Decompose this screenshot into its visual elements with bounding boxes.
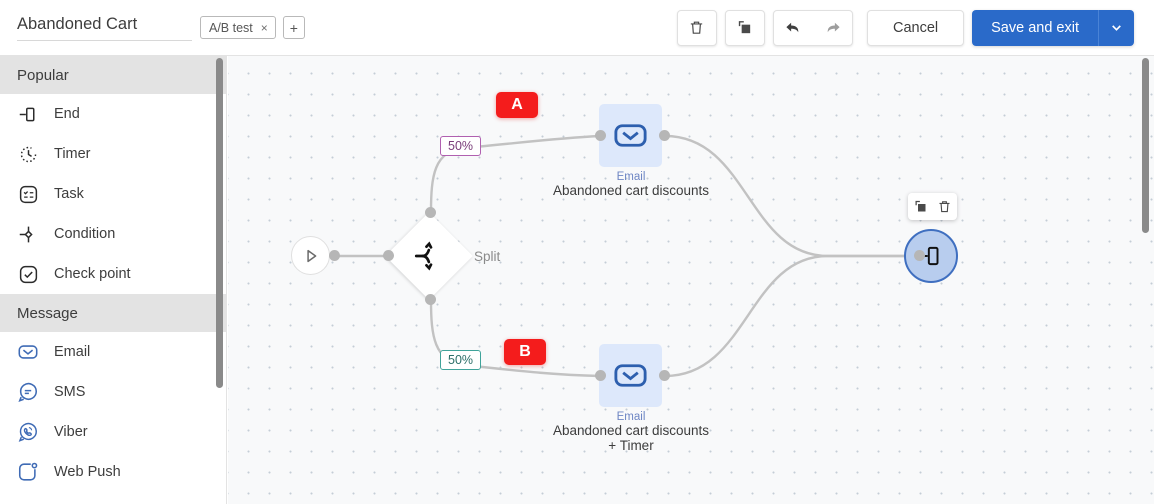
save-and-exit-button[interactable]: Save and exit (972, 9, 1098, 46)
start-output-port[interactable] (329, 250, 340, 261)
section-header-popular: Popular (0, 56, 226, 94)
split-icon (412, 239, 446, 273)
edge-b-to-end (664, 254, 918, 378)
add-tab-button[interactable]: + (282, 16, 305, 39)
palette-item-check-point[interactable]: Check point (0, 254, 226, 294)
task-icon (17, 183, 39, 205)
branch-a-input-port[interactable] (595, 130, 606, 141)
undo-arrow-icon (786, 22, 799, 33)
node-copy-button[interactable] (913, 199, 928, 214)
palette-item-label: Web Push (54, 464, 121, 480)
sms-icon (17, 381, 39, 403)
palette-item-label: End (54, 106, 80, 122)
redo-arrow-icon (827, 22, 840, 33)
palette-item-label: SMS (54, 384, 86, 400)
cancel-button[interactable]: Cancel (866, 9, 965, 46)
node-delete-button[interactable] (937, 199, 952, 214)
copy-icon (739, 21, 751, 34)
header-actions: Cancel Save and exit (676, 9, 1134, 46)
split-output-port-b[interactable] (425, 294, 436, 305)
branch-a-output-port[interactable] (659, 130, 670, 141)
palette-item-label: Viber (54, 424, 88, 440)
envelope-icon (614, 124, 647, 147)
start-node[interactable] (291, 236, 330, 275)
tab-ab-test[interactable]: A/B test × (200, 16, 276, 39)
split-input-port[interactable] (383, 250, 394, 261)
flow-builder-app: Abandoned Cart A/B test × + Cancel Save … (0, 0, 1154, 504)
palette-item-condition[interactable]: Condition (0, 214, 226, 254)
branch-b-output-port[interactable] (659, 370, 670, 381)
flow-title-input[interactable]: Abandoned Cart (17, 15, 192, 41)
copy-icon (915, 200, 926, 212)
palette-item-label: Condition (54, 226, 116, 242)
email-icon (17, 341, 39, 363)
palette-item-label: Task (54, 186, 84, 202)
branch-b-percent-badge[interactable]: 50% (440, 350, 482, 370)
save-options-button[interactable] (1098, 9, 1134, 46)
branch-b-input-port[interactable] (595, 370, 606, 381)
close-icon[interactable]: × (261, 22, 268, 34)
branch-b-node-name: Abandoned cart discounts (552, 423, 710, 438)
save-and-exit-group: Save and exit (972, 9, 1134, 46)
sidebar-scrollbar[interactable] (216, 58, 223, 388)
end-icon (17, 103, 39, 125)
branch-b-variant-badge: B (504, 339, 546, 365)
palette-item-sms[interactable]: SMS (0, 372, 226, 412)
tab-bar: A/B test × + (200, 16, 305, 39)
chevron-down-icon (1112, 25, 1121, 31)
branch-a-caption: Email Abandoned cart discounts (553, 171, 709, 198)
palette-item-web-push[interactable]: Web Push (0, 452, 226, 492)
web-push-icon (17, 461, 39, 483)
palette-item-viber[interactable]: Viber (0, 412, 226, 452)
tab-label: A/B test (209, 20, 253, 35)
flow-title-wrap: Abandoned Cart (17, 15, 192, 41)
timer-icon (17, 143, 39, 165)
node-palette-sidebar[interactable]: Popular End Timer Task Condition Check p… (0, 56, 227, 504)
palette-item-timer[interactable]: Timer (0, 134, 226, 174)
branch-a-node-type: Email (616, 171, 646, 183)
copy-button[interactable] (724, 9, 765, 46)
split-output-port-a[interactable] (425, 207, 436, 218)
delete-button[interactable] (676, 9, 717, 46)
branch-b-node-type: Email (616, 411, 646, 423)
branch-a-email-node[interactable] (599, 104, 662, 167)
branch-a-percent-badge[interactable]: 50% (440, 136, 482, 156)
flow-canvas[interactable]: Split 50% A Email Abandoned cart discoun… (228, 56, 1154, 504)
palette-item-end[interactable]: End (0, 94, 226, 134)
redo-button[interactable] (813, 11, 852, 45)
palette-item-label: Timer (54, 146, 91, 162)
branch-a-node-name: Abandoned cart discounts (552, 183, 710, 198)
check-point-icon (17, 263, 39, 285)
section-header-message: Message (0, 294, 226, 332)
trash-icon (939, 201, 950, 213)
split-node-label: Split (474, 249, 501, 264)
branch-b-email-node[interactable] (599, 344, 662, 407)
end-node[interactable] (904, 229, 958, 283)
undo-redo-group (772, 9, 853, 46)
app-header: Abandoned Cart A/B test × + Cancel Save … (0, 0, 1154, 56)
viber-icon (17, 421, 39, 443)
branch-b-node-name-line2: + Timer (608, 438, 654, 453)
condition-icon (17, 223, 39, 245)
undo-button[interactable] (774, 11, 813, 45)
palette-item-label: Check point (54, 266, 131, 282)
end-input-port[interactable] (914, 250, 925, 261)
canvas-scrollbar[interactable] (1142, 58, 1149, 233)
palette-item-label: Email (54, 344, 91, 360)
play-icon (306, 249, 316, 262)
palette-item-email[interactable]: Email (0, 332, 226, 372)
palette-item-task[interactable]: Task (0, 174, 226, 214)
node-hover-toolbar (908, 193, 957, 220)
branch-a-variant-badge: A (496, 92, 538, 118)
branch-b-caption: Email Abandoned cart discounts + Timer (553, 411, 709, 453)
trash-icon (691, 21, 703, 34)
envelope-icon (614, 364, 647, 387)
